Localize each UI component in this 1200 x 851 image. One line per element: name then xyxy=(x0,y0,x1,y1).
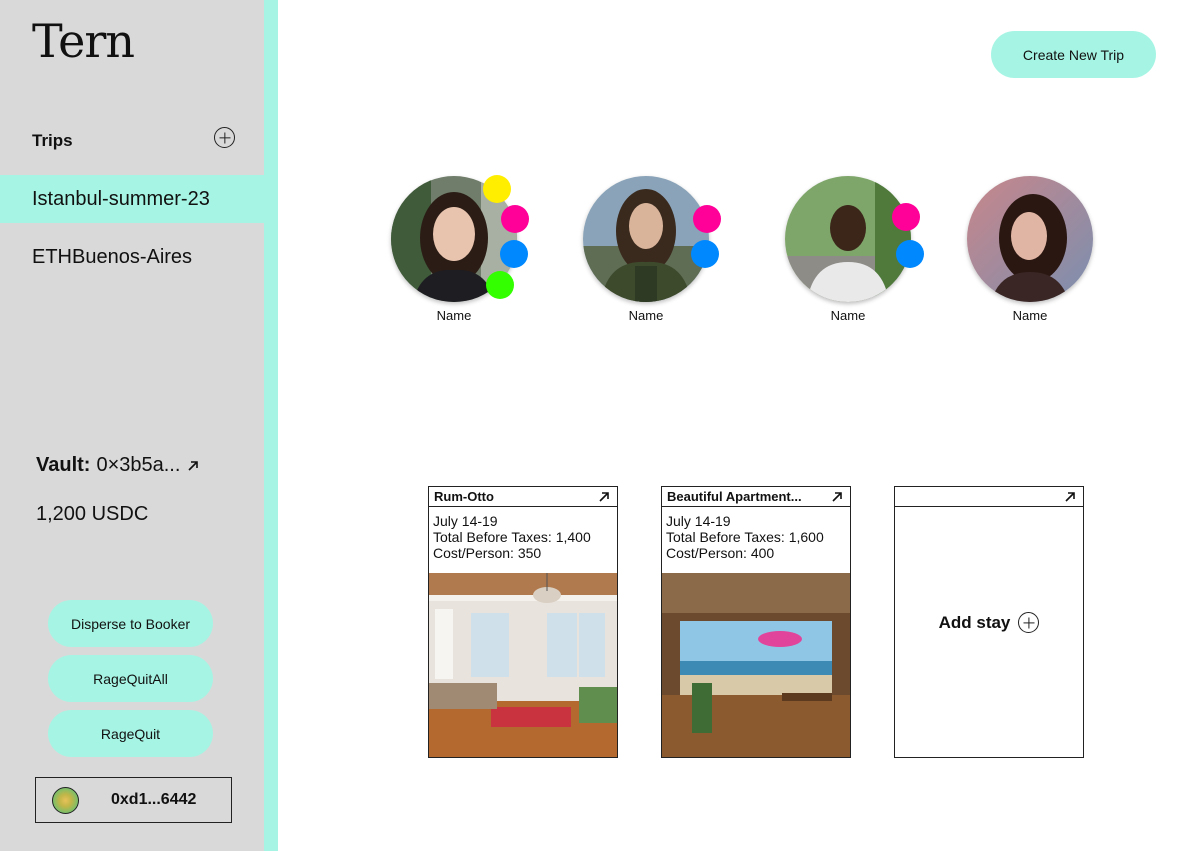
stay-cost-per-person: Cost/Person: 350 xyxy=(433,545,542,561)
trips-heading: Trips xyxy=(32,131,73,150)
create-new-trip-button[interactable]: Create New Trip xyxy=(991,31,1156,78)
member-tag-dot xyxy=(483,175,511,203)
stay-photo xyxy=(662,573,850,757)
sidebar-item-trip[interactable]: ETHBuenos-Aires xyxy=(0,233,264,281)
stay-total: Total Before Taxes: 1,600 xyxy=(666,529,824,545)
external-link-icon[interactable] xyxy=(1063,490,1077,504)
stay-total: Total Before Taxes: 1,400 xyxy=(433,529,591,545)
stay-cost-per-person: Cost/Person: 400 xyxy=(666,545,775,561)
add-stay-button[interactable]: Add stay xyxy=(895,612,1083,633)
vault-address: 0×3b5a... xyxy=(96,454,181,476)
add-stay-card[interactable]: Add stay xyxy=(894,486,1084,758)
member-tag-dot xyxy=(500,240,528,268)
stay-title-bar: Beautiful Apartment... xyxy=(662,487,850,507)
trip-label: ETHBuenos-Aires xyxy=(32,245,193,268)
member-tag-dot xyxy=(691,240,719,268)
sidebar-accent-bar xyxy=(264,0,278,851)
member-tag-dot xyxy=(501,205,529,233)
member-card[interactable]: Name xyxy=(967,176,1093,323)
member-tag-dot xyxy=(896,240,924,268)
stay-title: Beautiful Apartment... xyxy=(667,489,802,504)
vault-label: Vault: xyxy=(36,454,91,476)
add-stay-label: Add stay xyxy=(938,612,1011,632)
member-avatar xyxy=(785,176,911,302)
member-tag-dot xyxy=(693,205,721,233)
ragequit-button[interactable]: RageQuit xyxy=(48,710,213,757)
member-card[interactable]: Name xyxy=(785,176,911,323)
vault-info: Vault: 0×3b5a... xyxy=(36,454,200,477)
sidebar: Tern Trips Istanbul-summer-23 ETHBuenos-… xyxy=(0,0,264,851)
external-link-icon[interactable] xyxy=(186,459,200,473)
vault-balance: 1,200 USDC xyxy=(36,503,149,525)
member-card[interactable]: Name xyxy=(583,176,709,323)
sidebar-item-trip[interactable]: Istanbul-summer-23 xyxy=(0,175,264,223)
add-trip-icon[interactable] xyxy=(214,127,235,148)
member-avatar xyxy=(967,176,1093,302)
member-name: Name xyxy=(830,308,866,323)
plus-icon xyxy=(1018,612,1040,633)
stay-dates: July 14-19 xyxy=(433,513,498,529)
wallet-address: 0xd1...6442 xyxy=(111,791,197,808)
member-name: Name xyxy=(436,308,472,323)
stay-card[interactable]: Rum-Otto July 14-19 Total Before Taxes: … xyxy=(428,486,618,758)
stay-dates: July 14-19 xyxy=(666,513,731,529)
stay-title: Rum-Otto xyxy=(434,489,494,504)
trip-label: Istanbul-summer-23 xyxy=(32,187,210,210)
member-avatar xyxy=(583,176,709,302)
external-link-icon[interactable] xyxy=(597,490,611,504)
stay-title-bar: Rum-Otto xyxy=(429,487,617,507)
wallet-avatar xyxy=(52,786,79,814)
stay-photo xyxy=(429,573,617,757)
stay-card[interactable]: Beautiful Apartment... July 14-19 Total … xyxy=(661,486,851,758)
disperse-to-booker-button[interactable]: Disperse to Booker xyxy=(48,600,213,647)
member-tag-dot xyxy=(892,203,920,231)
wallet-button[interactable]: 0xd1...6442 xyxy=(35,777,232,823)
member-name: Name xyxy=(1012,308,1048,323)
stay-details: July 14-19 Total Before Taxes: 1,600 Cos… xyxy=(662,507,850,574)
ragequit-all-button[interactable]: RageQuitAll xyxy=(48,655,213,702)
app-logo: Tern xyxy=(32,14,135,68)
external-link-icon[interactable] xyxy=(830,490,844,504)
stay-details: July 14-19 Total Before Taxes: 1,400 Cos… xyxy=(429,507,617,574)
stay-title-bar xyxy=(895,487,1083,507)
member-name: Name xyxy=(628,308,664,323)
member-tag-dot xyxy=(486,271,514,299)
